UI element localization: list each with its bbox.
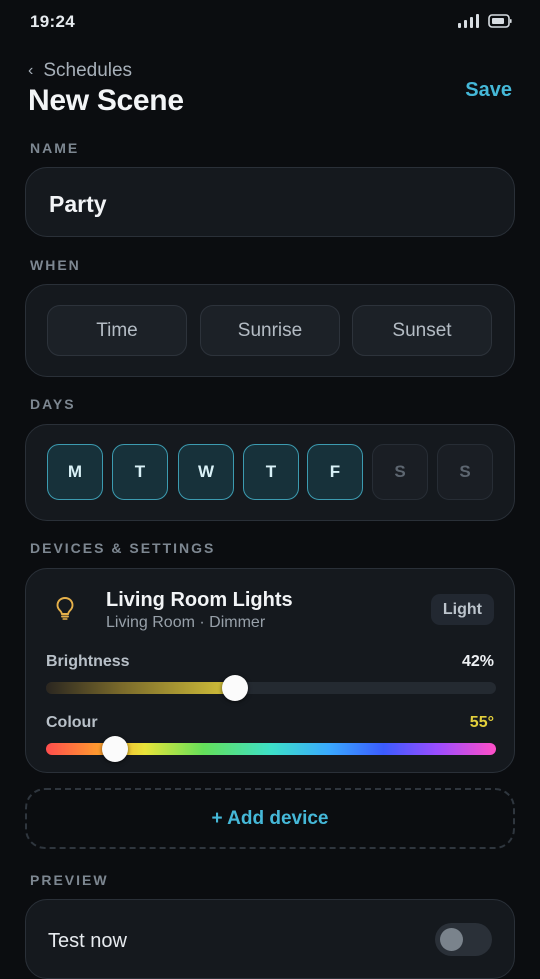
colour-value: 55° bbox=[469, 714, 494, 731]
scene-name-input[interactable] bbox=[47, 168, 491, 240]
name-card bbox=[25, 167, 515, 240]
test-now-toggle[interactable] bbox=[435, 923, 492, 956]
colour-label: Colour bbox=[46, 714, 98, 731]
days-section-label: DAYS bbox=[30, 396, 76, 412]
when-option-time[interactable]: Time bbox=[47, 305, 187, 356]
day-saturday[interactable]: S bbox=[372, 444, 428, 500]
day-wednesday[interactable]: W bbox=[178, 444, 234, 500]
day-monday[interactable]: M bbox=[47, 444, 103, 500]
save-button[interactable]: Save bbox=[465, 79, 512, 102]
devices-section-label: DEVICES & SETTINGS bbox=[30, 540, 216, 556]
device-type-badge: Light bbox=[430, 594, 494, 625]
status-icons bbox=[458, 14, 512, 28]
battery-icon bbox=[488, 14, 512, 28]
back-button[interactable]: ‹ Schedules bbox=[28, 60, 132, 82]
when-option-sunset[interactable]: Sunset bbox=[352, 305, 492, 356]
brightness-fill bbox=[46, 682, 235, 694]
day-friday[interactable]: F bbox=[307, 444, 363, 500]
day-sunday[interactable]: S bbox=[437, 444, 493, 500]
when-card: Time Sunrise Sunset bbox=[25, 284, 515, 377]
preview-card: Test now bbox=[25, 899, 515, 979]
brightness-value: 42% bbox=[461, 653, 494, 670]
name-section-label: NAME bbox=[30, 140, 80, 156]
chevron-left-icon: ‹ bbox=[28, 62, 34, 79]
toggle-knob bbox=[440, 928, 463, 951]
lightbulb-icon bbox=[56, 597, 74, 620]
add-device-button[interactable]: + Add device bbox=[25, 788, 515, 849]
when-option-sunrise[interactable]: Sunrise bbox=[200, 305, 340, 356]
when-section-label: WHEN bbox=[30, 257, 81, 273]
test-now-label: Test now bbox=[48, 930, 127, 952]
back-label: Schedules bbox=[43, 60, 133, 81]
colour-slider-thumb[interactable] bbox=[101, 736, 128, 762]
days-card: M T W T F S S bbox=[25, 424, 515, 521]
signal-icon bbox=[458, 14, 479, 28]
preview-section-label: PREVIEW bbox=[30, 872, 109, 888]
device-card: Living Room Lights Living Room · Dimmer … bbox=[25, 568, 515, 773]
device-name: Living Room Lights bbox=[106, 589, 293, 611]
device-subtitle: Living Room · Dimmer bbox=[106, 614, 266, 631]
day-thursday[interactable]: T bbox=[243, 444, 299, 500]
brightness-slider[interactable] bbox=[46, 682, 496, 694]
status-time: 19:24 bbox=[30, 12, 75, 31]
brightness-slider-thumb[interactable] bbox=[222, 675, 248, 701]
day-tuesday[interactable]: T bbox=[112, 444, 168, 500]
page-title: New Scene bbox=[28, 84, 184, 117]
brightness-label: Brightness bbox=[46, 653, 130, 670]
